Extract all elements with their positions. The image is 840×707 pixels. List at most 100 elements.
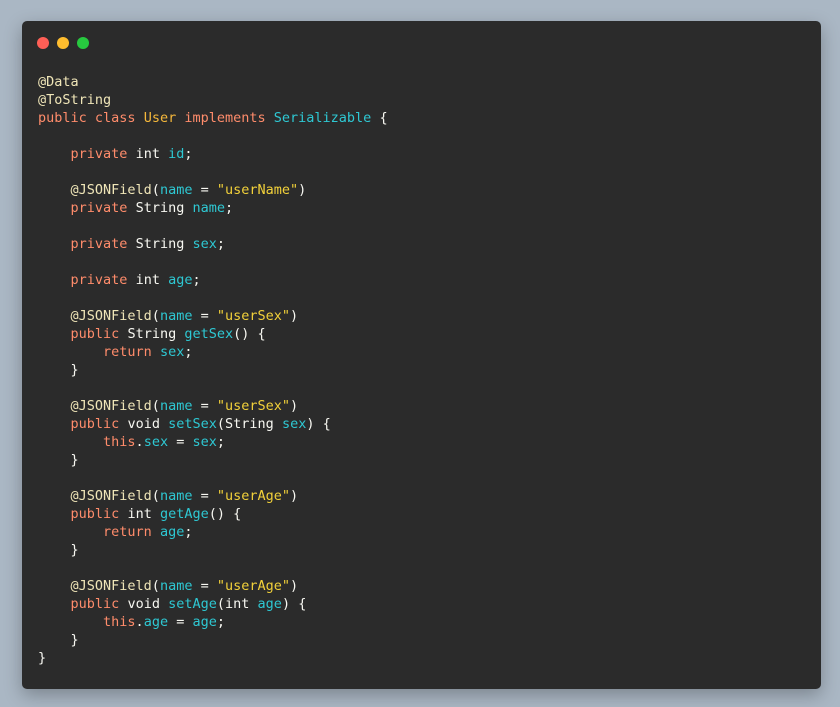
code-token-var: age	[192, 614, 217, 630]
code-token-plain: ;	[184, 524, 193, 540]
code-token-plain: (	[216, 416, 226, 432]
code-token-plain: =	[168, 614, 193, 630]
code-token-var: getAge	[159, 506, 209, 522]
code-token-var: setSex	[168, 416, 217, 432]
code-line: @JSONField(name = "userSex")	[38, 397, 805, 415]
code-line: @JSONField(name = "userName")	[38, 181, 805, 199]
code-token-var: name	[159, 182, 193, 198]
code-token-str: "userName"	[216, 182, 299, 198]
code-token-cls: User	[143, 110, 177, 126]
code-token-plain: )	[290, 398, 299, 414]
close-dot-icon[interactable]	[37, 37, 49, 49]
code-token-plain: )	[290, 578, 299, 594]
code-line: }	[38, 541, 805, 559]
code-token-plain: ;	[184, 344, 193, 360]
code-token-plain: }	[38, 452, 79, 468]
code-token-type: String	[127, 326, 177, 342]
code-line: private String name;	[38, 199, 805, 217]
code-token-kw: public	[38, 110, 87, 126]
code-line: @Data	[38, 73, 805, 91]
code-token-anno: @Data	[38, 74, 79, 90]
code-token-str: "userAge"	[216, 488, 290, 504]
code-token-plain: (	[151, 308, 160, 324]
code-line: return sex;	[38, 343, 805, 361]
code-token-type: void	[127, 416, 160, 432]
code-token-kw: private	[70, 200, 128, 216]
window-titlebar	[22, 21, 821, 63]
code-token-plain: =	[192, 398, 217, 414]
code-line: return age;	[38, 523, 805, 541]
code-token-kw: return	[103, 344, 152, 360]
code-token-var: age	[168, 272, 193, 288]
code-token-plain: (	[151, 398, 160, 414]
code-token-var: name	[159, 488, 193, 504]
code-token-type: void	[127, 596, 160, 612]
code-line: @ToString	[38, 91, 805, 109]
code-window: @Data @ToString public class User implemen…	[22, 21, 821, 689]
code-line: @JSONField(name = "userAge")	[38, 577, 805, 595]
code-token-kw: this	[103, 434, 136, 450]
minimize-dot-icon[interactable]	[57, 37, 69, 49]
code-line: public String getSex() {	[38, 325, 805, 343]
code-line: @JSONField(name = "userAge")	[38, 487, 805, 505]
code-line: private int age;	[38, 271, 805, 289]
maximize-dot-icon[interactable]	[77, 37, 89, 49]
code-token-kw: public	[70, 506, 120, 522]
code-token-plain: }	[38, 362, 79, 378]
code-token-plain: }	[38, 650, 47, 666]
code-token-var: setAge	[168, 596, 217, 612]
code-token-plain: }	[38, 632, 79, 648]
code-token-type: int	[225, 596, 250, 612]
code-token-var: name	[159, 398, 193, 414]
code-token-anno: @JSONField	[70, 182, 152, 198]
code-token-plain: =	[192, 182, 217, 198]
code-token-type: String	[225, 416, 274, 432]
code-token-kw: public	[70, 596, 120, 612]
code-line: }	[38, 451, 805, 469]
code-line: public class User implements Serializabl…	[38, 109, 805, 127]
code-token-plain: =	[168, 434, 193, 450]
code-line: public void setAge(int age) {	[38, 595, 805, 613]
code-token-kw: private	[70, 272, 128, 288]
code-token-var: age	[159, 524, 185, 540]
code-token-plain: .	[135, 614, 144, 630]
code-token-plain: ) {	[281, 596, 307, 612]
code-token-kw: class	[94, 110, 136, 126]
code-token-str: "userSex"	[216, 398, 290, 414]
code-token-var: name	[192, 200, 225, 216]
code-line: this.sex = sex;	[38, 433, 805, 451]
code-line: public void setSex(String sex) {	[38, 415, 805, 433]
code-token-var: name	[159, 578, 193, 594]
code-token-kw: private	[70, 146, 128, 162]
code-token-var: age	[143, 614, 169, 630]
code-token-plain: () {	[233, 326, 266, 342]
code-token-type: int	[135, 272, 160, 288]
code-token-str: "userAge"	[216, 578, 290, 594]
code-token-plain: =	[192, 578, 217, 594]
code-token-type: String	[135, 236, 185, 252]
code-token-str: "userSex"	[216, 308, 290, 324]
code-token-var: getSex	[184, 326, 234, 342]
